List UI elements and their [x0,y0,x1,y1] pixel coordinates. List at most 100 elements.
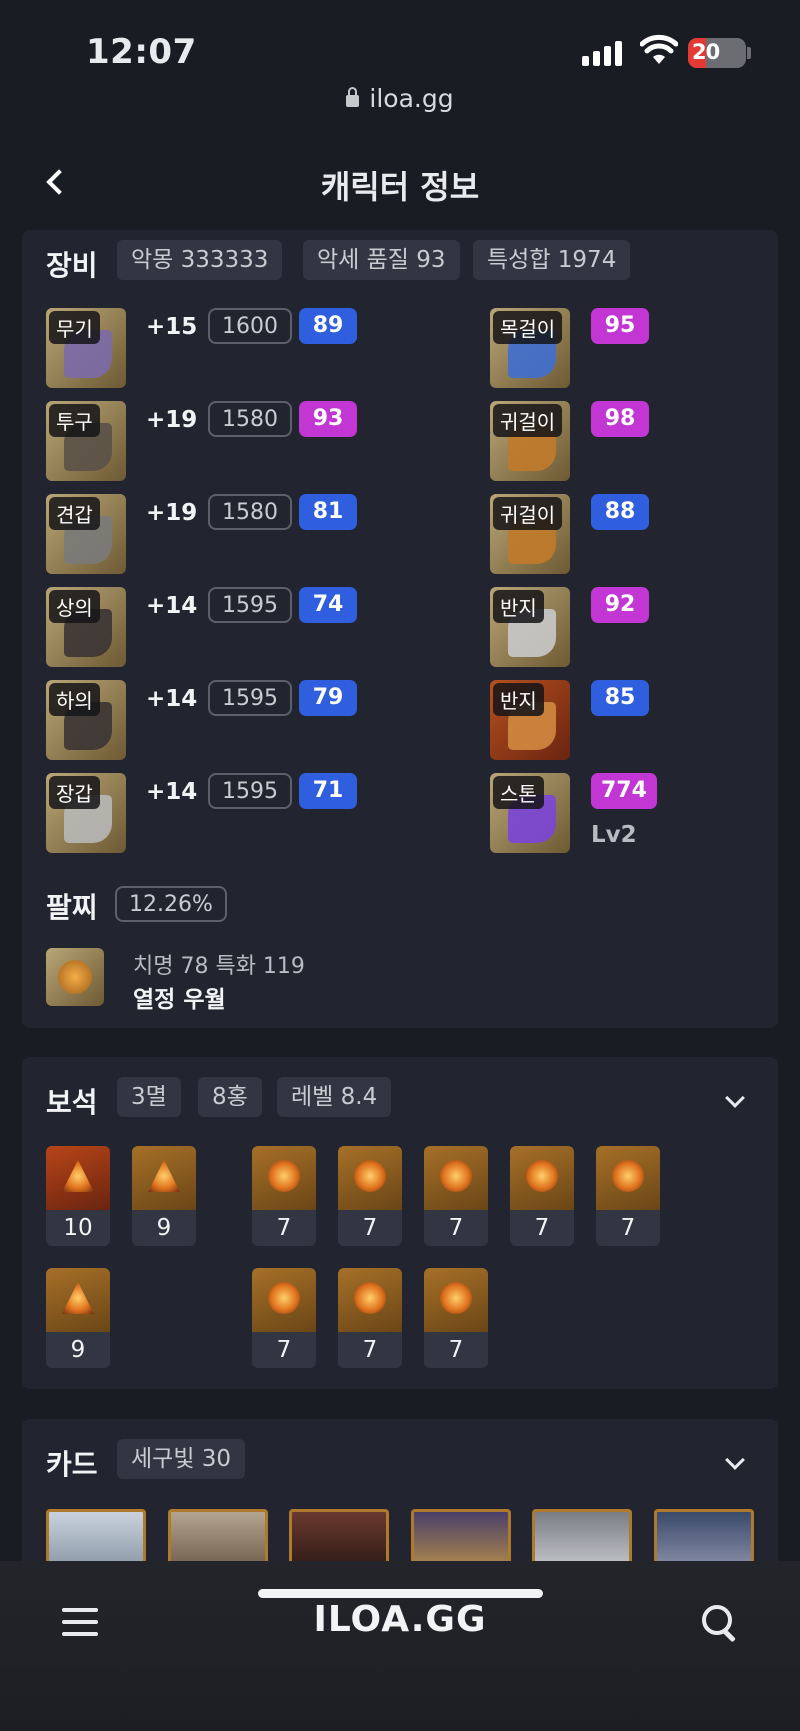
gem-level: 7 [362,1337,378,1363]
armor-enhance: +14 [146,593,198,619]
armor-slot-label: 하의 [49,683,100,716]
gems-chip-2: 레벨 8.4 [277,1077,392,1117]
tarot-card[interactable] [289,1509,389,1569]
accessory-slot-label: 반지 [493,590,544,623]
gem-icon [424,1146,488,1210]
gem[interactable]: 7 [338,1268,402,1368]
gem-level: 7 [362,1215,378,1241]
armor-icon[interactable]: 장갑 [46,773,126,853]
gem-level: 7 [620,1215,636,1241]
gem-icon [252,1146,316,1210]
gem-level: 10 [63,1215,93,1241]
address-bar[interactable]: iloa.gg [0,84,800,113]
bracelet-title: 팔찌 [46,891,98,924]
accessory-icon[interactable]: 스톤 [490,773,570,853]
accessory-quality-badge: 95 [591,308,649,344]
url-text: iloa.gg [369,84,454,113]
gem-level: 9 [70,1337,86,1363]
cards-chip-set: 세구빛 30 [117,1439,246,1479]
gem-level: 7 [448,1215,464,1241]
gem[interactable]: 9 [132,1146,196,1246]
gem[interactable]: 7 [510,1146,574,1246]
armor-slot-label: 상의 [49,590,100,623]
armor-item-level: 1580 [208,494,292,530]
armor-item-level: 1580 [208,401,292,437]
accessory-icon[interactable]: 귀걸이 [490,494,570,574]
gem[interactable]: 7 [338,1146,402,1246]
armor-quality-badge: 79 [299,680,357,716]
bracelet-icon[interactable] [46,948,104,1006]
battery-cap [747,47,751,59]
armor-icon[interactable]: 상의 [46,587,126,667]
tarot-card[interactable] [168,1509,268,1569]
gem[interactable]: 10 [46,1146,110,1246]
accessory-slot-label: 목걸이 [493,311,563,344]
page-title: 캐릭터 정보 [320,168,480,206]
accessory-slot-label: 스톤 [493,776,544,809]
battery-level: 20 [692,40,720,64]
gems-chip-1: 8홍 [198,1077,262,1117]
armor-icon[interactable]: 견갑 [46,494,126,574]
armor-quality-badge: 93 [299,401,357,437]
status-time: 12:07 [86,32,197,72]
tarot-card[interactable] [411,1509,511,1569]
armor-icon[interactable]: 투구 [46,401,126,481]
gem-level: 7 [276,1337,292,1363]
accessory-quality-badge: 774 [591,773,657,809]
cards-title: 카드 [46,1448,98,1481]
accessory-quality-badge: 88 [591,494,649,530]
armor-quality-badge: 74 [299,587,357,623]
cellular-signal-icon [582,38,622,66]
bracelet-stats: 치명 78 특화 119 [133,954,305,979]
battery-icon: 20 [688,38,746,68]
accessory-icon[interactable]: 목걸이 [490,308,570,388]
gem[interactable]: 7 [424,1268,488,1368]
gem[interactable]: 7 [252,1268,316,1368]
armor-icon[interactable]: 무기 [46,308,126,388]
accessory-icon[interactable]: 반지 [490,587,570,667]
gem-icon [510,1146,574,1210]
equipment-chip-acc-quality: 악세 품질 93 [303,240,460,280]
equipment-title: 장비 [46,249,98,282]
tarot-card[interactable] [46,1509,146,1569]
gem[interactable]: 7 [596,1146,660,1246]
armor-enhance: +19 [146,407,198,433]
gem[interactable]: 7 [424,1146,488,1246]
armor-quality-badge: 81 [299,494,357,530]
gems-chip-0: 3멸 [117,1077,181,1117]
armor-slot-label: 무기 [49,311,100,344]
bottom-navigation: ILOA.GG [0,1561,800,1731]
page-header: 캐릭터 정보 [0,140,800,224]
tarot-card[interactable] [532,1509,632,1569]
armor-slot-label: 투구 [49,404,100,437]
armor-item-level: 1600 [208,308,292,344]
armor-slot-label: 장갑 [49,776,100,809]
cards-expand-chevron-icon[interactable] [724,1453,746,1475]
accessory-icon[interactable]: 반지 [490,680,570,760]
gem[interactable]: 7 [252,1146,316,1246]
search-icon[interactable] [702,1605,738,1641]
armor-quality-badge: 71 [299,773,357,809]
gems-card: 보석 3멸 8홍 레벨 8.4 10 9 7 7 7 7 7 9 7 7 7 [22,1057,778,1389]
gem-icon [338,1146,402,1210]
armor-enhance: +15 [146,314,198,340]
brand-logo[interactable]: ILOA.GG [0,1599,800,1640]
armor-enhance: +14 [146,686,198,712]
wifi-icon [640,34,678,64]
accessory-icon[interactable]: 귀걸이 [490,401,570,481]
lock-icon [346,87,360,107]
tarot-card[interactable] [654,1509,754,1569]
gem-icon [252,1268,316,1332]
bracelet-effects: 열정 우월 [133,987,226,1013]
armor-icon[interactable]: 하의 [46,680,126,760]
armor-item-level: 1595 [208,587,292,623]
gem-icon [46,1268,110,1332]
gems-title: 보석 [46,1086,98,1119]
bracelet-percent: 12.26% [115,886,227,922]
stone-level: Lv2 [591,822,637,848]
armor-slot-label: 견갑 [49,497,100,530]
accessory-quality-badge: 85 [591,680,649,716]
gem[interactable]: 9 [46,1268,110,1368]
gems-expand-chevron-icon[interactable] [724,1091,746,1113]
accessory-slot-label: 귀걸이 [493,404,563,437]
